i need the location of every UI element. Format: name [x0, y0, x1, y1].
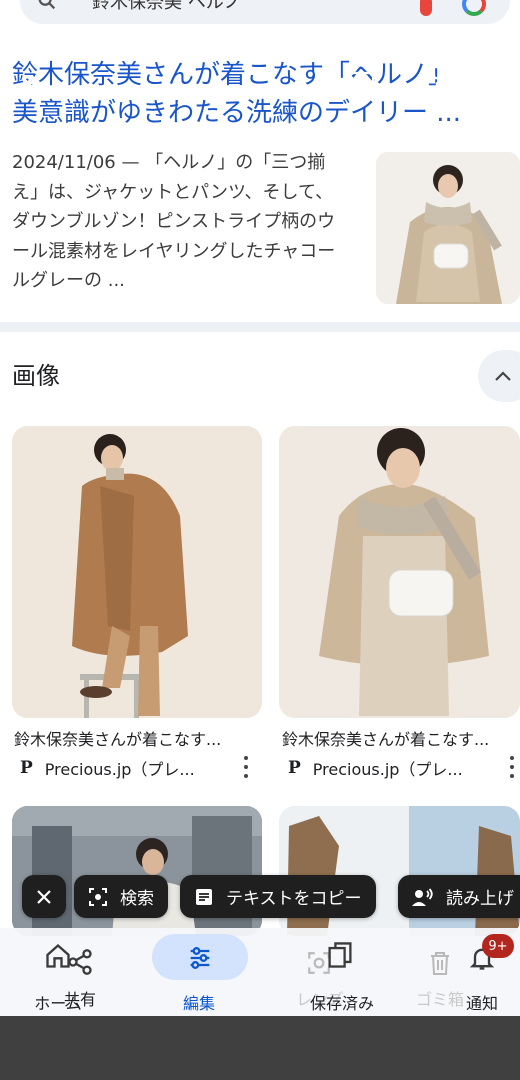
screen: 鈴木保奈美 ヘルノ 鈴木保奈美さんが着こなす「ヘルノ」 美意識がゆきわたる洗練の…	[0, 0, 520, 1080]
image-result-2[interactable]	[279, 426, 520, 718]
section-divider	[0, 322, 520, 332]
collapse-button[interactable]	[478, 350, 520, 402]
copy-text-chip[interactable]: テキストをコピー	[180, 875, 376, 918]
search-bar[interactable]: 鈴木保奈美 ヘルノ	[20, 0, 510, 24]
google-lens-icon[interactable]	[462, 0, 486, 16]
image-result-1[interactable]	[12, 426, 262, 718]
edit-label[interactable]: 編集	[183, 990, 215, 1014]
saved-icon[interactable]	[326, 940, 354, 970]
result-title-line-2[interactable]: 美意識がゆきわたる洗練のデイリー ...	[12, 94, 512, 132]
search-query[interactable]: 鈴木保奈美 ヘルノ	[92, 0, 242, 14]
edit-icon[interactable]	[186, 944, 214, 972]
text-copy-icon	[194, 887, 214, 907]
image-source-label-1: Precious.jp（プレ...	[44, 760, 195, 779]
notification-badge: 9+	[482, 934, 514, 958]
more-vert-icon[interactable]	[242, 756, 250, 778]
search-icon	[38, 0, 56, 10]
cast-icon[interactable]	[346, 70, 376, 96]
precious-logo-icon: P	[288, 758, 301, 778]
read-aloud-chip-label: 読み上げ	[446, 889, 514, 909]
star-icon[interactable]	[418, 68, 446, 96]
more-vert-icon[interactable]	[508, 756, 516, 778]
precious-logo-icon: P	[20, 758, 33, 778]
trash-label[interactable]: ゴミ箱	[416, 986, 464, 1010]
chevron-up-icon	[495, 371, 511, 381]
lens-search-icon	[88, 887, 108, 907]
images-section-title: 画像	[12, 362, 60, 390]
result-thumbnail[interactable]	[376, 152, 520, 304]
share-label[interactable]: 共有	[64, 986, 96, 1010]
result-snippet: 2024/11/06 — 「ヘルノ」の「三つ揃え」は、ジャケットとパンツ、そして…	[12, 152, 336, 291]
more-vert-icon[interactable]	[482, 68, 492, 96]
close-icon	[37, 889, 51, 904]
trash-icon[interactable]	[428, 950, 452, 976]
mic-icon[interactable]	[420, 0, 432, 16]
image-caption-1[interactable]: 鈴木保奈美さんが着こなす...	[14, 726, 246, 750]
copy-text-chip-label: テキストをコピー	[226, 889, 362, 909]
back-arrow-icon[interactable]	[22, 70, 48, 96]
saved-label[interactable]: 保存済み	[310, 990, 374, 1014]
search-chip[interactable]: 検索	[74, 875, 168, 918]
close-chip[interactable]	[22, 875, 66, 918]
search-chip-label: 検索	[120, 889, 154, 909]
notifications-label[interactable]: 通知	[466, 990, 498, 1014]
read-aloud-icon	[412, 887, 434, 907]
image-caption-2[interactable]: 鈴木保奈美さんが着こなす...	[282, 726, 512, 750]
image-source-1[interactable]: P Precious.jp（プレ...	[20, 756, 220, 780]
image-source-label-2: Precious.jp（プレ...	[312, 760, 463, 779]
system-navigation-bar	[0, 1016, 520, 1080]
share-icon[interactable]	[66, 948, 94, 976]
image-source-2[interactable]: P Precious.jp（プレ...	[288, 756, 488, 780]
read-aloud-chip[interactable]: 読み上げ	[398, 875, 520, 918]
